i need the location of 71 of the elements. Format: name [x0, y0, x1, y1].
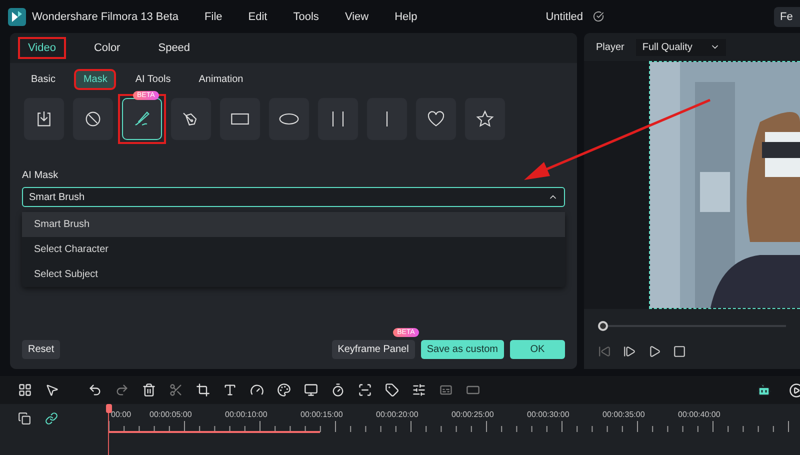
previous-frame-icon[interactable] [598, 345, 611, 358]
time-label: 00:00 [111, 410, 132, 419]
time-label: 00:00:15:00 [300, 410, 343, 419]
panel-tab[interactable]: Video [20, 39, 64, 57]
save-as-custom-button[interactable]: Save as custom [420, 340, 504, 358]
crop-icon[interactable] [196, 383, 210, 397]
stop-icon[interactable] [673, 345, 686, 358]
mask-shape-button[interactable] [220, 98, 260, 140]
sub-tab[interactable]: AI Tools [128, 71, 178, 88]
ai-mask-dropdown[interactable]: Smart Brush [22, 187, 565, 207]
mask-shape-button[interactable] [24, 98, 64, 140]
saved-status-icon [593, 11, 604, 22]
menu-item[interactable]: File [204, 10, 222, 22]
sub-tab[interactable]: Animation [192, 71, 250, 88]
timer-icon[interactable] [331, 383, 345, 397]
link-icon[interactable] [45, 412, 58, 425]
dropdown-option[interactable]: Smart Brush [22, 212, 565, 237]
mask-shape-button[interactable] [73, 98, 113, 140]
monitor-icon[interactable] [304, 383, 318, 397]
panel-tab[interactable]: Speed [150, 39, 198, 57]
app-logo [8, 8, 26, 26]
time-label: 00:00:40:00 [678, 410, 720, 419]
menu-item[interactable]: Help [394, 10, 418, 22]
mask-shape-button[interactable] [269, 98, 309, 140]
text-icon[interactable] [223, 383, 237, 397]
project-name: Untitled [546, 10, 583, 22]
dropdown-option[interactable]: Select Character [22, 237, 565, 262]
mask-shape-button[interactable] [465, 98, 505, 140]
focus-icon[interactable] [358, 383, 372, 397]
trash-icon[interactable] [142, 383, 156, 397]
app-title: Wondershare Filmora 13 Beta [32, 10, 179, 22]
grid-icon[interactable] [18, 383, 32, 397]
quality-dropdown[interactable]: Full Quality [636, 38, 726, 56]
pointer-icon[interactable] [45, 383, 59, 397]
reset-button[interactable]: Reset [22, 340, 60, 358]
menu-item[interactable]: Edit [248, 10, 268, 22]
ai-mask-label: AI Mask [22, 170, 60, 181]
panel-tab[interactable]: Color [86, 39, 128, 57]
ok-button[interactable]: OK [510, 340, 565, 358]
dropdown-option[interactable]: Select Subject [22, 262, 565, 287]
tag-icon[interactable] [385, 383, 399, 397]
no-mask-icon [83, 109, 103, 129]
gauge-icon[interactable] [250, 383, 264, 397]
sliders-icon[interactable] [412, 383, 426, 397]
render-preview-icon[interactable] [789, 382, 800, 398]
time-label: 00:00:20:00 [376, 410, 418, 419]
player-label: Player [596, 42, 624, 52]
sub-tab[interactable]: Mask [76, 71, 114, 88]
line-icon [385, 109, 389, 129]
next-frame-icon[interactable] [623, 345, 636, 358]
mask-shape-button[interactable] [171, 98, 211, 140]
robot-icon[interactable] [756, 382, 772, 398]
play-icon[interactable] [648, 345, 661, 358]
time-label: 00:00:35:00 [602, 410, 645, 419]
time-label: 00:00:05:00 [150, 410, 192, 419]
keyframe-panel-button[interactable]: Keyframe Panel [332, 340, 415, 359]
feedback-button[interactable]: Fe [774, 6, 800, 26]
sub-tab[interactable]: Basic [24, 71, 62, 88]
menu-item[interactable]: View [344, 10, 369, 22]
palette-icon[interactable] [277, 383, 291, 397]
time-label: 00:00:10:00 [225, 410, 268, 419]
time-label: 00:00:25:00 [452, 410, 494, 419]
add-track-icon[interactable] [18, 412, 31, 425]
mask-shape-button[interactable] [416, 98, 456, 140]
undo-icon[interactable] [88, 383, 102, 397]
menu-item[interactable]: Tools [293, 10, 319, 22]
playhead[interactable] [106, 404, 112, 413]
slider-thumb[interactable] [598, 321, 608, 331]
heart-icon [426, 109, 446, 129]
time-label: 00:00:30:00 [527, 410, 570, 419]
star-icon [475, 109, 495, 129]
